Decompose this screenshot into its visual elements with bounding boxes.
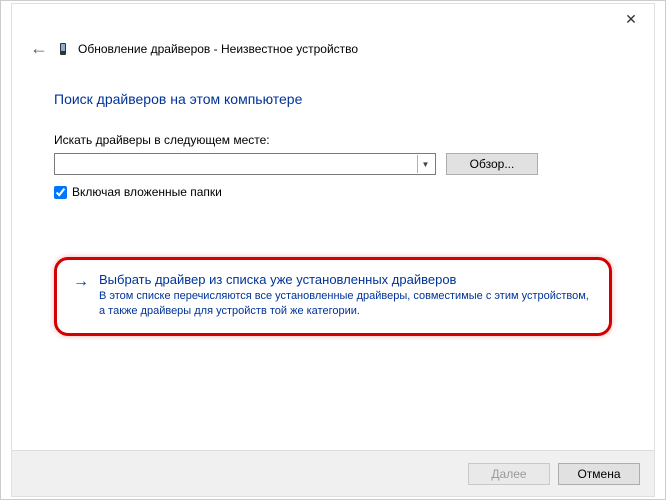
include-subfolders-label: Включая вложенные папки [72, 185, 222, 199]
search-path-label: Искать драйверы в следующем месте: [54, 133, 612, 147]
dialog-footer: Далее Отмена [12, 450, 654, 496]
pick-from-list-option[interactable]: → Выбрать драйвер из списка уже установл… [54, 257, 612, 336]
include-subfolders-checkbox[interactable]: Включая вложенные папки [54, 185, 612, 199]
pick-from-list-subtitle: В этом списке перечисляются все установл… [99, 289, 589, 319]
titlebar: ✕ [12, 4, 654, 34]
device-icon [58, 42, 68, 56]
close-icon[interactable]: ✕ [616, 11, 646, 28]
page-title: Поиск драйверов на этом компьютере [54, 91, 612, 107]
dialog-title: Обновление драйверов - Неизвестное устро… [78, 42, 358, 56]
dialog-header: ← Обновление драйверов - Неизвестное уст… [12, 34, 654, 73]
pick-from-list-title: Выбрать драйвер из списка уже установлен… [99, 272, 589, 287]
content-area: Поиск драйверов на этом компьютере Искат… [12, 73, 654, 336]
cancel-button[interactable]: Отмена [558, 463, 640, 485]
driver-update-dialog: ✕ ← Обновление драйверов - Неизвестное у… [11, 3, 655, 497]
next-button: Далее [468, 463, 550, 485]
search-path-combobox[interactable]: ▼ [54, 153, 436, 175]
arrow-right-icon: → [73, 273, 89, 291]
back-arrow-icon[interactable]: ← [30, 38, 48, 59]
browse-button[interactable]: Обзор... [446, 153, 538, 175]
chevron-down-icon[interactable]: ▼ [417, 155, 433, 173]
include-subfolders-input[interactable] [54, 186, 67, 199]
